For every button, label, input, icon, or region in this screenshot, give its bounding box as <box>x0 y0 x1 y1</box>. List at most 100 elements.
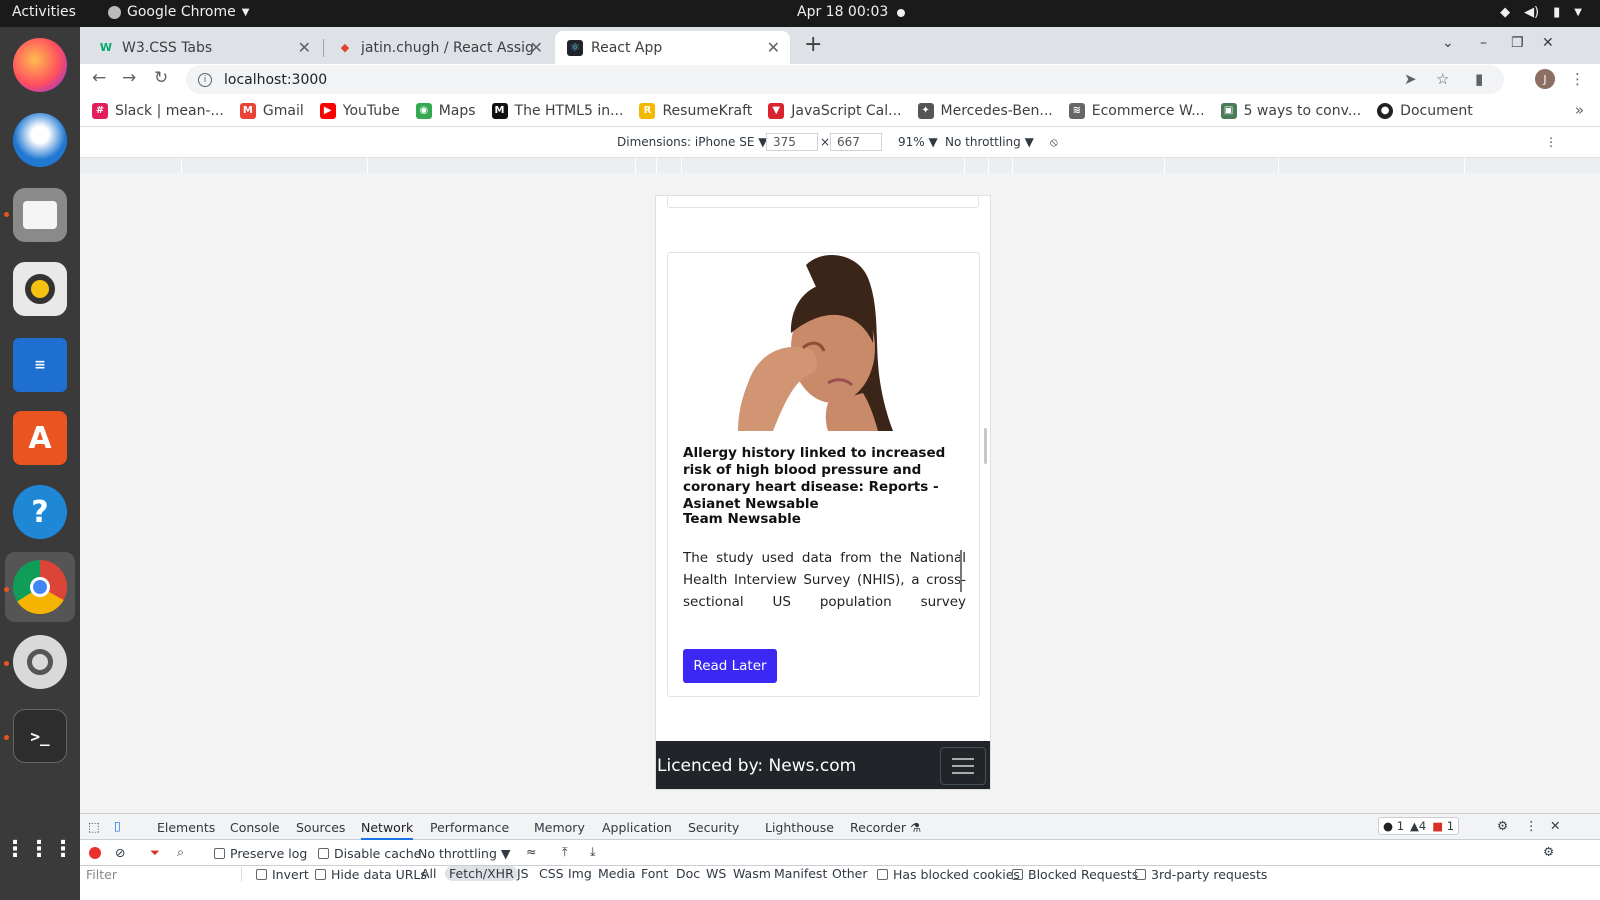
back-icon[interactable]: ← <box>92 68 106 88</box>
help-icon[interactable]: ? <box>13 485 67 539</box>
bookmark-5ways[interactable]: ▣ 5 ways to conv... <box>1220 102 1361 119</box>
type-filter-fetch-xhr[interactable]: Fetch/XHR <box>445 866 518 881</box>
activities-button[interactable]: Activities <box>12 4 76 20</box>
tab-search-icon[interactable]: ⌄ <box>1442 35 1454 51</box>
firefox-icon[interactable] <box>13 38 67 92</box>
close-icon[interactable]: ✕ <box>767 38 780 57</box>
tab-sources[interactable]: Sources <box>296 820 345 835</box>
invert-checkbox[interactable]: Invert <box>256 867 309 882</box>
app-menu[interactable]: Google Chrome ▼ <box>108 4 249 20</box>
tab-recorder[interactable]: Recorder ⚗ <box>850 820 921 835</box>
throttling-select[interactable]: No throttling ▼ <box>945 135 1034 149</box>
media-query-ruler[interactable] <box>80 157 1600 174</box>
address-bar[interactable]: i localhost:3000 <box>186 65 1504 94</box>
type-filter-manifest[interactable]: Manifest <box>774 866 827 881</box>
more-bookmarks-icon[interactable]: » <box>1575 101 1584 119</box>
settings-icon[interactable] <box>13 635 67 689</box>
hamburger-menu-icon[interactable] <box>940 747 986 785</box>
dimensions-select[interactable]: Dimensions: iPhone SE ▼ <box>617 135 767 149</box>
type-filter-all[interactable]: All <box>421 866 437 881</box>
blocked-requests-checkbox[interactable]: Blocked Requests <box>1012 867 1138 882</box>
height-input[interactable]: 667 <box>830 133 882 151</box>
network-throttling-select[interactable]: No throttling ▼ <box>418 846 511 861</box>
type-filter-ws[interactable]: WS <box>706 866 726 881</box>
search-icon[interactable]: ⌕ <box>177 844 184 860</box>
side-panel-icon[interactable]: ▮ <box>1475 70 1483 88</box>
minimize-icon[interactable]: – <box>1480 35 1487 51</box>
reload-icon[interactable]: ↻ <box>154 68 168 88</box>
tab-w3css[interactable]: W W3.CSS Tabs ✕ <box>86 31 321 64</box>
tab-memory[interactable]: Memory <box>534 820 585 835</box>
settings-icon[interactable]: ⚙ <box>1497 818 1508 833</box>
type-filter-media[interactable]: Media <box>598 866 636 881</box>
type-filter-img[interactable]: Img <box>568 866 592 881</box>
zoom-select[interactable]: 91% ▼ <box>898 135 938 149</box>
close-window-icon[interactable]: ✕ <box>1542 35 1554 51</box>
tab-security[interactable]: Security <box>688 820 739 835</box>
bookmark-ecommerce[interactable]: ≋ Ecommerce W... <box>1068 102 1205 119</box>
disable-cache-checkbox[interactable]: Disable cache <box>318 846 421 861</box>
tab-elements[interactable]: Elements <box>157 820 215 835</box>
preserve-log-checkbox[interactable]: Preserve log <box>214 846 307 861</box>
tab-network[interactable]: Network <box>361 820 414 840</box>
bookmark-youtube[interactable]: ▶ YouTube <box>319 102 400 119</box>
maximize-icon[interactable]: ❐ <box>1511 35 1524 51</box>
type-filter-other[interactable]: Other <box>832 866 868 881</box>
software-icon[interactable]: A <box>13 411 67 465</box>
chrome-icon[interactable] <box>13 560 67 614</box>
bookmark-maps[interactable]: ◉ Maps <box>415 102 476 119</box>
read-later-button[interactable]: Read Later <box>683 649 777 683</box>
close-icon[interactable]: ✕ <box>298 38 311 57</box>
article-description[interactable]: The study used data from the National He… <box>683 547 966 613</box>
bookmark-slack[interactable]: # Slack | mean-... <box>92 102 224 119</box>
close-icon[interactable]: ✕ <box>530 38 543 57</box>
description-scrollbar[interactable] <box>960 550 962 592</box>
tab-application[interactable]: Application <box>602 820 672 835</box>
has-blocked-cookies-checkbox[interactable]: Has blocked cookies <box>877 867 1020 882</box>
new-tab-icon[interactable]: + <box>804 32 822 57</box>
forward-icon[interactable]: → <box>122 68 136 88</box>
clear-icon[interactable]: ⊘ <box>115 845 125 860</box>
hide-data-urls-checkbox[interactable]: Hide data URLs <box>315 867 427 882</box>
thunderbird-icon[interactable] <box>13 113 67 167</box>
avatar[interactable]: J <box>1535 69 1555 89</box>
device-options-icon[interactable]: ⋮ <box>1545 135 1557 149</box>
tab-gitlab[interactable]: ◆ jatin.chugh / React Assign ✕ <box>325 31 553 64</box>
type-filter-wasm[interactable]: Wasm <box>733 866 771 881</box>
type-filter-font[interactable]: Font <box>641 866 668 881</box>
terminal-icon[interactable]: >_ <box>13 709 67 763</box>
bookmark-javascript[interactable]: ▼ JavaScript Cal... <box>768 102 902 119</box>
bookmark-html5[interactable]: M The HTML5 in... <box>491 102 623 119</box>
type-filter-css[interactable]: CSS <box>539 866 564 881</box>
filter-input[interactable]: Filter <box>86 867 242 882</box>
type-filter-js[interactable]: JS <box>517 866 529 881</box>
writer-icon[interactable]: ≡ <box>13 338 67 392</box>
viewport-scrollbar[interactable] <box>984 428 987 464</box>
record-icon[interactable] <box>89 847 101 859</box>
bookmark-document[interactable]: ● Document <box>1377 102 1473 119</box>
network-conditions-icon[interactable]: ≈ <box>526 844 536 859</box>
third-party-requests-checkbox[interactable]: 3rd-party requests <box>1135 867 1267 882</box>
type-filter-doc[interactable]: Doc <box>676 866 700 881</box>
kebab-menu-icon[interactable]: ⋮ <box>1570 70 1585 88</box>
network-settings-icon[interactable]: ⚙ <box>1543 844 1554 859</box>
bookmark-mercedes[interactable]: ✦ Mercedes-Ben... <box>917 102 1053 119</box>
devtools-menu-icon[interactable]: ⋮ <box>1525 818 1538 833</box>
filter-icon[interactable]: ⏷ <box>150 845 160 861</box>
import-har-icon[interactable]: ⤒ <box>562 844 568 860</box>
tab-performance[interactable]: Performance <box>430 820 509 835</box>
rotate-icon[interactable]: ⦸ <box>1050 135 1058 150</box>
send-tab-icon[interactable]: ➤ <box>1404 70 1417 88</box>
issue-counters[interactable]: ● 1 ▲4 ■ 1 <box>1378 817 1460 835</box>
tab-lighthouse[interactable]: Lighthouse <box>765 820 834 835</box>
site-info-icon[interactable]: i <box>198 72 212 87</box>
app-grid-icon[interactable]: ⋮⋮⋮ <box>4 822 74 876</box>
bookmark-star-icon[interactable]: ☆ <box>1436 70 1449 88</box>
tab-react-app[interactable]: ⚛ React App ✕ <box>555 31 790 64</box>
device-toggle-icon[interactable]: ▯ <box>114 818 121 833</box>
clock[interactable]: Apr 18 00:03 <box>797 4 888 20</box>
system-tray[interactable]: ◆ ◀) ▮ ▼ <box>1500 5 1582 20</box>
files-icon[interactable] <box>13 188 67 242</box>
inspect-element-icon[interactable]: ⬚ <box>88 819 100 834</box>
close-devtools-icon[interactable]: ✕ <box>1550 818 1560 833</box>
